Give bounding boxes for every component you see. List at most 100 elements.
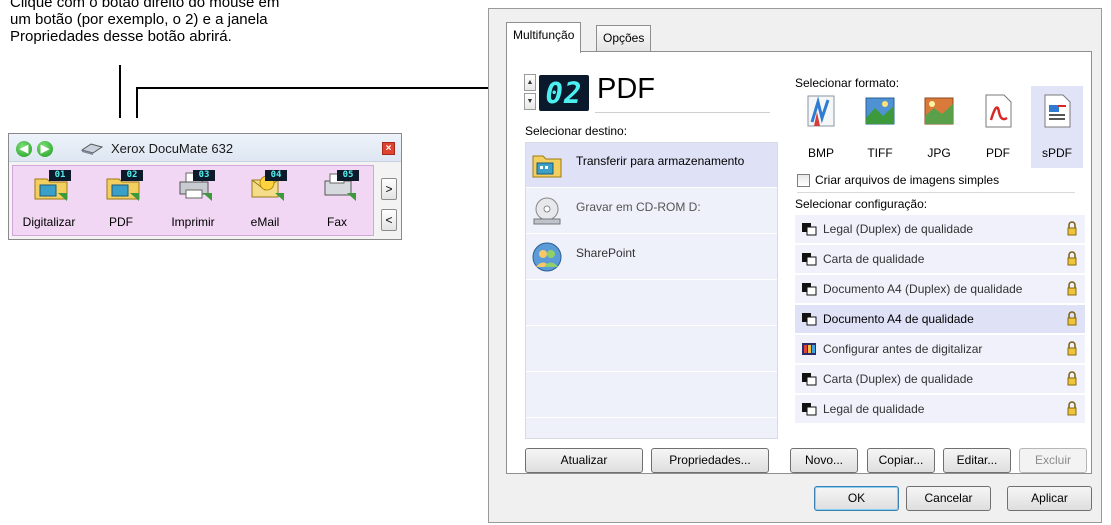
- toolbar-button-3[interactable]: 03 Imprimir: [157, 166, 229, 236]
- button-name-underline: [595, 112, 770, 113]
- destination-label: Gravar em CD-ROM D:: [576, 200, 701, 214]
- leader-line-caption: [119, 65, 121, 118]
- button-number-spinner[interactable]: ▲ ▼: [524, 74, 536, 110]
- button-label: Fax: [326, 215, 347, 229]
- toolbar-button-1[interactable]: 01 Digitalizar: [13, 166, 85, 236]
- color-config-icon: [802, 343, 816, 355]
- format-label: sPDF: [1042, 146, 1072, 160]
- select-destination-label: Selecionar destino:: [525, 124, 628, 138]
- next-page-button[interactable]: >: [381, 178, 397, 200]
- destination-list: Transferir para armazenamento Gravar em …: [525, 142, 778, 439]
- format-pdf[interactable]: PDF: [972, 86, 1024, 168]
- delete-button[interactable]: Excluir: [1019, 448, 1087, 473]
- config-item[interactable]: Carta (Duplex) de qualidade: [795, 365, 1085, 394]
- lock-icon: [1067, 371, 1077, 386]
- button-label: Digitalizar: [22, 215, 76, 229]
- instruction-caption: Clique com o botão direito do mouse em u…: [10, 0, 390, 45]
- button-number: 01: [49, 170, 71, 181]
- format-bmp[interactable]: BMP: [795, 86, 847, 168]
- tiff-icon: [865, 97, 895, 125]
- new-button[interactable]: Novo...: [790, 448, 858, 473]
- arrow-right-icon[interactable]: ▶: [37, 141, 53, 157]
- lock-icon: [1067, 281, 1077, 296]
- lock-icon: [1067, 221, 1077, 236]
- toolbar-title-bar: ◀ ▶ Xerox DocuMate 632 ×: [9, 134, 401, 162]
- format-label: JPG: [927, 146, 951, 160]
- bw-scan-icon: [802, 313, 817, 326]
- prev-page-button[interactable]: <: [381, 209, 397, 231]
- properties-dialog: Multifunção Opções ▲ ▼ 02 PDF Selecionar…: [488, 8, 1102, 523]
- bw-scan-icon: [802, 403, 817, 416]
- destination-item-cdrom[interactable]: Gravar em CD-ROM D:: [526, 189, 777, 234]
- config-label: Legal de qualidade: [823, 402, 925, 416]
- format-jpg[interactable]: JPG: [913, 86, 965, 168]
- lock-icon: [1067, 311, 1077, 326]
- properties-button[interactable]: Propriedades...: [651, 448, 769, 473]
- toolbar-button-5[interactable]: 05 Fax: [301, 166, 373, 236]
- config-label: Documento A4 (Duplex) de qualidade: [823, 282, 1023, 296]
- format-selector: BMP TIFF JPG PDF sPDF: [795, 86, 1088, 168]
- config-item[interactable]: Legal de qualidade: [795, 395, 1085, 424]
- config-item-selected[interactable]: Documento A4 de qualidade: [795, 305, 1085, 334]
- config-label: Carta (Duplex) de qualidade: [823, 372, 974, 386]
- config-item[interactable]: Configurar antes de digitalizar: [795, 335, 1085, 364]
- config-item[interactable]: Documento A4 (Duplex) de qualidade: [795, 275, 1085, 304]
- button-label: eMail: [250, 215, 280, 229]
- config-label: Configurar antes de digitalizar: [823, 342, 983, 356]
- format-label: PDF: [986, 146, 1010, 160]
- tab-opcoes[interactable]: Opções: [596, 25, 652, 51]
- destination-item-empty: [526, 281, 777, 326]
- format-label: BMP: [807, 146, 834, 160]
- button-label: PDF: [109, 215, 133, 229]
- bw-scan-icon: [802, 373, 817, 386]
- leader-line-horizontal: [136, 87, 522, 89]
- arrow-left-icon[interactable]: ◀: [16, 141, 32, 157]
- toolbar-title: Xerox DocuMate 632: [111, 141, 234, 156]
- sharepoint-icon: [532, 242, 562, 272]
- toolbar-button-4[interactable]: 04 eMail: [229, 166, 301, 236]
- config-label: Carta de qualidade: [823, 252, 925, 266]
- single-image-checkbox[interactable]: [797, 174, 810, 187]
- spin-down-icon[interactable]: ▼: [524, 93, 536, 110]
- single-image-label: Criar arquivos de imagens simples: [815, 173, 1000, 187]
- format-label: TIFF: [867, 146, 893, 160]
- format-tiff[interactable]: TIFF: [854, 86, 906, 168]
- toolbar-buttons: 01 Digitalizar 02 PDF 03 Imprimir 04 eMa…: [12, 165, 374, 236]
- caption-line-2: um botão (por exemplo, o 2) e a janela: [10, 11, 268, 28]
- button-number: 05: [337, 170, 359, 181]
- apply-button[interactable]: Aplicar: [1007, 486, 1092, 511]
- cancel-button[interactable]: Cancelar: [906, 486, 991, 511]
- destination-item-empty: [526, 327, 777, 372]
- ok-button[interactable]: OK: [814, 486, 899, 511]
- lock-icon: [1067, 401, 1077, 416]
- config-item[interactable]: Carta de qualidade: [795, 245, 1085, 274]
- refresh-button[interactable]: Atualizar: [525, 448, 643, 473]
- tab-panel: ▲ ▼ 02 PDF Selecionar destino: Transferi…: [506, 51, 1092, 474]
- pdf-icon: [985, 94, 1012, 128]
- close-icon[interactable]: ×: [382, 142, 395, 155]
- destination-label: Transferir para armazenamento: [576, 154, 745, 168]
- button-number: 03: [193, 170, 215, 181]
- button-name: PDF: [597, 73, 655, 105]
- destination-item-empty: [526, 373, 777, 418]
- button-number: 02: [121, 170, 143, 181]
- destination-item-storage[interactable]: Transferir para armazenamento: [526, 143, 777, 188]
- bw-scan-icon: [802, 283, 817, 296]
- format-spdf[interactable]: sPDF: [1031, 86, 1083, 168]
- toolbar-button-2[interactable]: 02 PDF: [85, 166, 157, 236]
- jpg-icon: [924, 97, 954, 125]
- edit-button[interactable]: Editar...: [943, 448, 1011, 473]
- copy-button[interactable]: Copiar...: [867, 448, 935, 473]
- lock-icon: [1067, 251, 1077, 266]
- config-label: Documento A4 de qualidade: [823, 312, 974, 326]
- folder-storage-icon: [532, 155, 562, 178]
- spin-up-icon[interactable]: ▲: [524, 74, 536, 91]
- destination-item-sharepoint[interactable]: SharePoint: [526, 235, 777, 280]
- caption-line-3: Propriedades desse botão abrirá.: [10, 28, 232, 45]
- tab-multifuncao[interactable]: Multifunção: [506, 22, 582, 53]
- bw-scan-icon: [802, 223, 817, 236]
- scanner-icon: [81, 143, 103, 155]
- configuration-list: Legal (Duplex) de qualidade Carta de qua…: [795, 215, 1085, 425]
- destination-label: SharePoint: [576, 246, 636, 260]
- config-item[interactable]: Legal (Duplex) de qualidade: [795, 215, 1085, 244]
